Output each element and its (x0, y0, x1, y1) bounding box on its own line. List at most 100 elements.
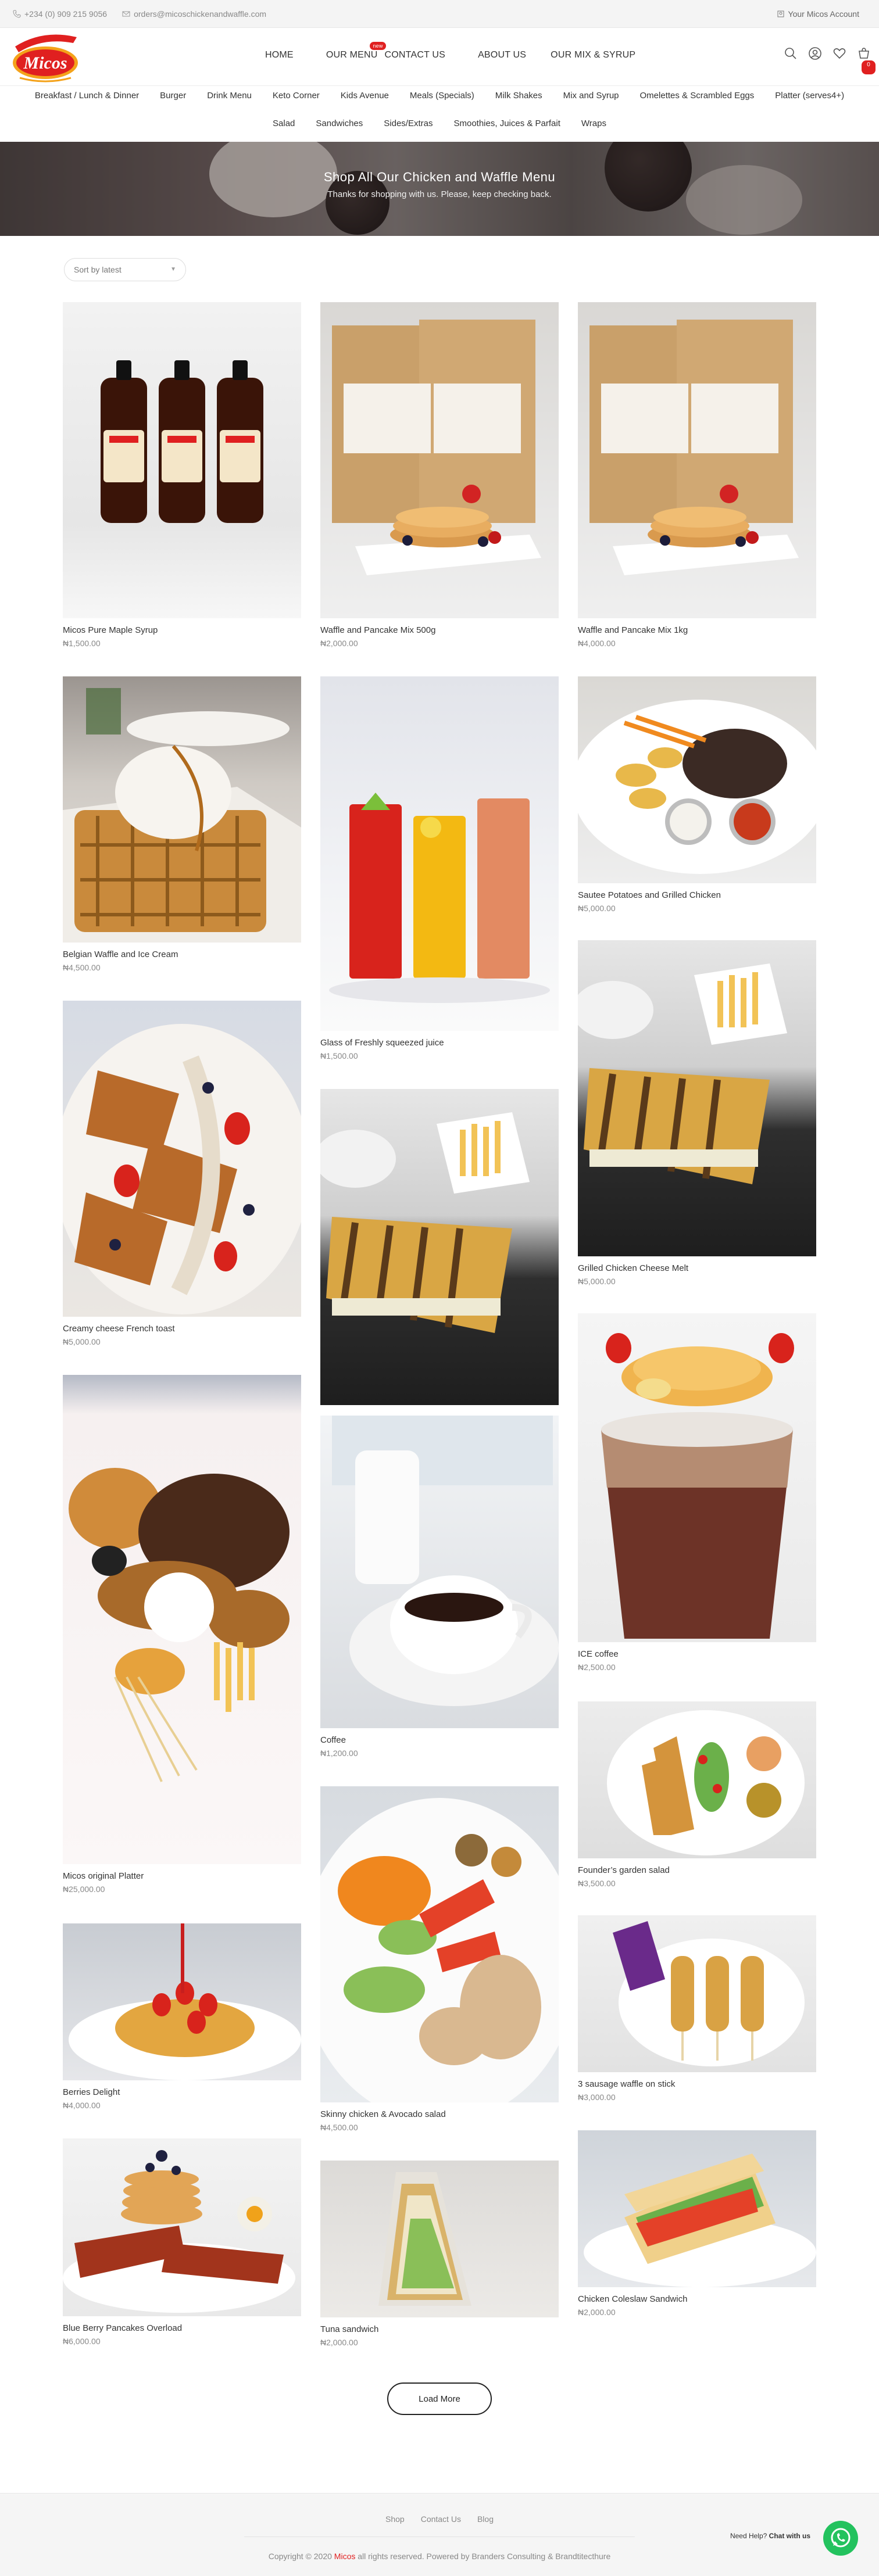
product-name[interactable]: Belgian Waffle and Ice Cream (63, 950, 301, 959)
product-image[interactable] (320, 1089, 559, 1405)
footer-link-contact-us[interactable]: Contact Us (421, 2514, 461, 2524)
product-image[interactable] (578, 1915, 816, 2072)
product-card[interactable]: Sautee Potatoes and Grilled Chicken ₦5,0… (578, 676, 816, 913)
email-contact[interactable]: orders@micoschickenandwaffle.com (122, 9, 266, 19)
micos-logo[interactable]: Micos (8, 29, 83, 85)
product-image[interactable] (63, 676, 301, 943)
product-card[interactable]: Coffee ₦1,200.00 (320, 1416, 559, 1758)
user-icon[interactable] (808, 46, 822, 60)
category-salad[interactable]: Salad (262, 119, 305, 128)
product-image[interactable] (63, 2138, 301, 2316)
product-card[interactable]: Tuna sandwich ₦2,000.00 (320, 2161, 559, 2347)
product-name[interactable]: Grilled Chicken Cheese Melt (578, 1263, 816, 1273)
category-keto-corner[interactable]: Keto Corner (262, 91, 330, 101)
product-card[interactable]: Skinny chicken & Avocado salad ₦4,500.00 (320, 1786, 559, 2132)
product-image[interactable] (578, 302, 816, 618)
product-image[interactable] (63, 1375, 301, 1864)
nav-mix-syrup[interactable]: OUR MIX & SYRUP (551, 50, 635, 60)
top-bar: +234 (0) 909 215 9056 orders@micoschicke… (0, 0, 879, 28)
product-image[interactable] (320, 2161, 559, 2317)
product-name[interactable]: Waffle and Pancake Mix 1kg (578, 625, 816, 635)
product-price: ₦2,500.00 (578, 1663, 616, 1672)
product-name[interactable]: Waffle and Pancake Mix 500g (320, 625, 559, 635)
category-breakfast-lunch-dinner[interactable]: Breakfast / Lunch & Dinner (24, 91, 149, 101)
category-omelettes[interactable]: Omelettes & Scrambled Eggs (630, 91, 765, 101)
product-name[interactable]: Micos original Platter (63, 1871, 301, 1881)
nav-contact-us[interactable]: CONTACT US (385, 50, 446, 60)
product-name[interactable]: Sautee Potatoes and Grilled Chicken (578, 890, 816, 900)
category-smoothies[interactable]: Smoothies, Juices & Parfait (443, 119, 570, 128)
nav-our-menu[interactable]: OUR MENU new (326, 42, 386, 60)
search-icon[interactable] (784, 46, 798, 60)
copyright-brand[interactable]: Micos (334, 2552, 356, 2561)
product-card[interactable]: ICE coffee ₦2,500.00 (578, 1313, 816, 1672)
footer-link-shop[interactable]: Shop (385, 2514, 405, 2524)
product-card[interactable]: Micos original Platter ₦25,000.00 (63, 1375, 301, 1894)
product-card[interactable]: Berries Delight ₦4,000.00 (63, 1923, 301, 2110)
product-image[interactable] (578, 1701, 816, 1858)
product-card[interactable]: Grilled Chicken Cheese Melt ₦5,000.00 (578, 940, 816, 1286)
sort-select[interactable]: Sort by latest ▼ (64, 258, 186, 281)
category-drink-menu[interactable]: Drink Menu (196, 91, 262, 101)
product-name[interactable]: Micos Pure Maple Syrup (63, 625, 301, 635)
product-card[interactable]: Waffle and Pancake Mix 1kg ₦4,000.00 (578, 302, 816, 648)
account-icon (777, 10, 784, 17)
product-card[interactable]: Chicken Coleslaw Sandwich ₦2,000.00 (578, 2130, 816, 2317)
product-image[interactable] (320, 1416, 559, 1728)
product-name[interactable]: 3 sausage waffle on stick (578, 2079, 816, 2089)
product-card[interactable]: 3 sausage waffle on stick ₦3,000.00 (578, 1915, 816, 2102)
product-name[interactable]: Glass of Freshly squeezed juice (320, 1038, 559, 1048)
category-meals-specials[interactable]: Meals (Specials) (399, 91, 485, 101)
cart-icon[interactable]: 0 (857, 46, 876, 74)
category-burger[interactable]: Burger (149, 91, 196, 101)
nav-home[interactable]: HOME (265, 50, 294, 60)
phone-contact[interactable]: +234 (0) 909 215 9056 (13, 9, 107, 19)
product-image[interactable] (320, 302, 559, 618)
category-row: Breakfast / Lunch & Dinner Burger Drink … (0, 91, 879, 101)
product-card[interactable]: Creamy cheese French toast ₦5,000.00 (63, 1001, 301, 1346)
product-image[interactable] (578, 940, 816, 1256)
category-sides-extras[interactable]: Sides/Extras (373, 119, 443, 128)
product-card[interactable]: Micos Pure Maple Syrup ₦1,500.00 (63, 302, 301, 648)
product-price: ₦1,500.00 (320, 1051, 358, 1061)
product-image[interactable] (578, 676, 816, 883)
product-card[interactable]: Glass of Freshly squeezed juice ₦1,500.0… (320, 676, 559, 1061)
category-mix-and-syrup[interactable]: Mix and Syrup (553, 91, 630, 101)
help-prefix: Need Help? (730, 2532, 767, 2540)
product-name[interactable]: Berries Delight (63, 2087, 301, 2097)
product-name[interactable]: Chicken Coleslaw Sandwich (578, 2294, 816, 2304)
product-card[interactable]: Blue Berry Pancakes Overload ₦6,000.00 (63, 2138, 301, 2346)
product-price: ₦3,500.00 (578, 1879, 616, 1888)
product-name[interactable]: Coffee (320, 1735, 559, 1745)
chat-help-text[interactable]: Need Help? Chat with us (730, 2532, 810, 2540)
product-image[interactable] (63, 302, 301, 618)
whatsapp-chat-button[interactable] (823, 2521, 858, 2556)
category-sandwiches[interactable]: Sandwiches (305, 119, 373, 128)
account-link[interactable]: Your Micos Account (777, 9, 859, 19)
load-more-button[interactable]: Load More (387, 2382, 492, 2415)
product-name[interactable]: Skinny chicken & Avocado salad (320, 2109, 559, 2119)
product-image[interactable] (578, 2130, 816, 2287)
category-kids-avenue[interactable]: Kids Avenue (330, 91, 399, 101)
footer-link-blog[interactable]: Blog (477, 2514, 494, 2524)
product-image[interactable] (63, 1001, 301, 1317)
category-milk-shakes[interactable]: Milk Shakes (485, 91, 553, 101)
product-image[interactable] (320, 1786, 559, 2102)
product-image[interactable] (320, 676, 559, 1031)
product-name[interactable]: Creamy cheese French toast (63, 1324, 301, 1334)
product-name[interactable]: Blue Berry Pancakes Overload (63, 2323, 301, 2333)
product-name[interactable]: Tuna sandwich (320, 2324, 559, 2334)
category-row: Salad Sandwiches Sides/Extras Smoothies,… (0, 119, 879, 128)
product-name[interactable]: ICE coffee (578, 1649, 816, 1659)
nav-about-us[interactable]: ABOUT US (478, 50, 526, 60)
product-image[interactable] (578, 1313, 816, 1642)
product-card[interactable]: Waffle and Pancake Mix 500g ₦2,000.00 (320, 302, 559, 648)
product-card[interactable]: Grilled Chicken Cheese Melt (320, 1089, 559, 1405)
category-wraps[interactable]: Wraps (571, 119, 617, 128)
heart-icon[interactable] (832, 46, 846, 60)
category-platter[interactable]: Platter (serves4+) (764, 91, 855, 101)
product-card[interactable]: Founder’s garden salad ₦3,500.00 (578, 1701, 816, 1888)
product-image[interactable] (63, 1923, 301, 2080)
product-name[interactable]: Founder’s garden salad (578, 1865, 816, 1875)
product-card[interactable]: Belgian Waffle and Ice Cream ₦4,500.00 (63, 676, 301, 972)
